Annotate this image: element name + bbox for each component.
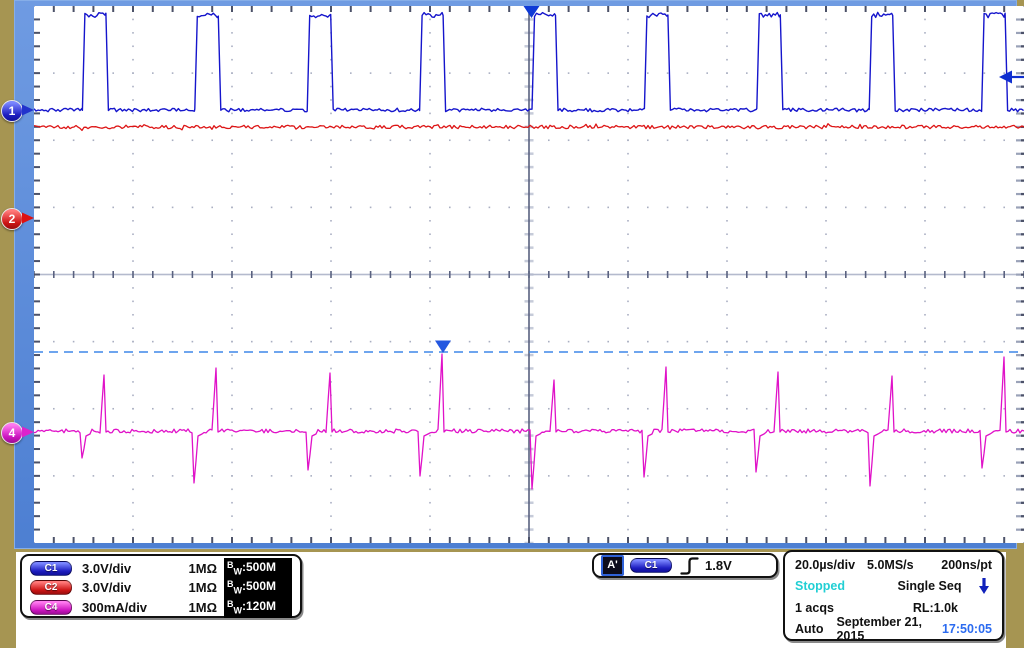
channel-pill-c1[interactable]: C1 [30, 561, 72, 577]
resolution-readout: 200ns/pt [941, 557, 992, 572]
trigger-source-badge[interactable]: A' [601, 555, 624, 576]
channel-marker-arrow-1 [22, 104, 34, 116]
channel-bandwidth-badge[interactable]: BW:120M [224, 596, 292, 618]
graticule [34, 6, 1024, 543]
measurement-cursor-marker[interactable] [435, 340, 451, 354]
channel-row-c4[interactable]: C4 300mA/div 1MΩ BW:120M [30, 596, 292, 618]
down-arrow-icon [979, 577, 989, 594]
channel-pill-c4[interactable]: C4 [30, 599, 72, 615]
channel-scale: 3.0V/div [82, 561, 132, 577]
acquisition-count: 1 acqs [795, 600, 834, 615]
channel-row-c1[interactable]: C1 3.0V/div 1MΩ BW:500M [30, 557, 292, 580]
channel-pill-c2[interactable]: C2 [30, 580, 72, 596]
channel-row-c2[interactable]: C2 3.0V/div 1MΩ BW:500M [30, 577, 292, 599]
trigger-channel-pill[interactable]: C1 [630, 558, 672, 573]
channel-readout-panel[interactable]: C1 3.0V/div 1MΩ BW:500M C2 3.0V/div 1MΩ BW:500M… [20, 554, 302, 618]
channel-impedance: 1MΩ [188, 599, 217, 615]
channel-scale: 300mA/div [82, 599, 148, 615]
channel-scale: 3.0V/div [82, 580, 132, 596]
sample-rate-readout: 5.0MS/s [867, 557, 914, 572]
rising-slope-icon [680, 556, 699, 575]
channel-impedance: 1MΩ [188, 580, 217, 596]
time-readout: 17:50:05 [941, 622, 992, 637]
channel-bandwidth-badge[interactable]: BW:500M [224, 557, 292, 580]
channel-marker-arrow-2 [22, 212, 34, 224]
trigger-position-marker[interactable] [523, 6, 540, 18]
trigger-readout-panel[interactable]: A' C1 1.8V [592, 553, 778, 578]
scope-display-frame [14, 0, 1024, 549]
record-length-readout: RL:1.0k [912, 600, 958, 615]
trigger-level-readout: 1.8V [705, 558, 732, 573]
acquisition-mode: Single Seq [897, 579, 962, 594]
trigger-level-arrow[interactable] [999, 70, 1012, 84]
date-readout: September 21, 2015 [836, 615, 922, 644]
channel-marker-2[interactable]: 2 [1, 208, 23, 230]
acquisition-readout-panel[interactable]: 20.0µs/div 5.0MS/s 200ns/pt Stopped Sing… [783, 550, 1004, 644]
channel-marker-1[interactable]: 1 [1, 100, 23, 122]
timebase-readout: 20.0µs/div [795, 557, 856, 572]
acquisition-state: Stopped [795, 579, 845, 594]
trigger-mode-readout: Auto [795, 622, 824, 637]
channel-impedance: 1MΩ [188, 561, 217, 577]
channel-bandwidth-badge[interactable]: BW:500M [224, 577, 292, 599]
channel-marker-4[interactable]: 4 [1, 422, 23, 444]
waveform-canvas [34, 6, 1024, 543]
channel-marker-arrow-4 [22, 426, 34, 438]
